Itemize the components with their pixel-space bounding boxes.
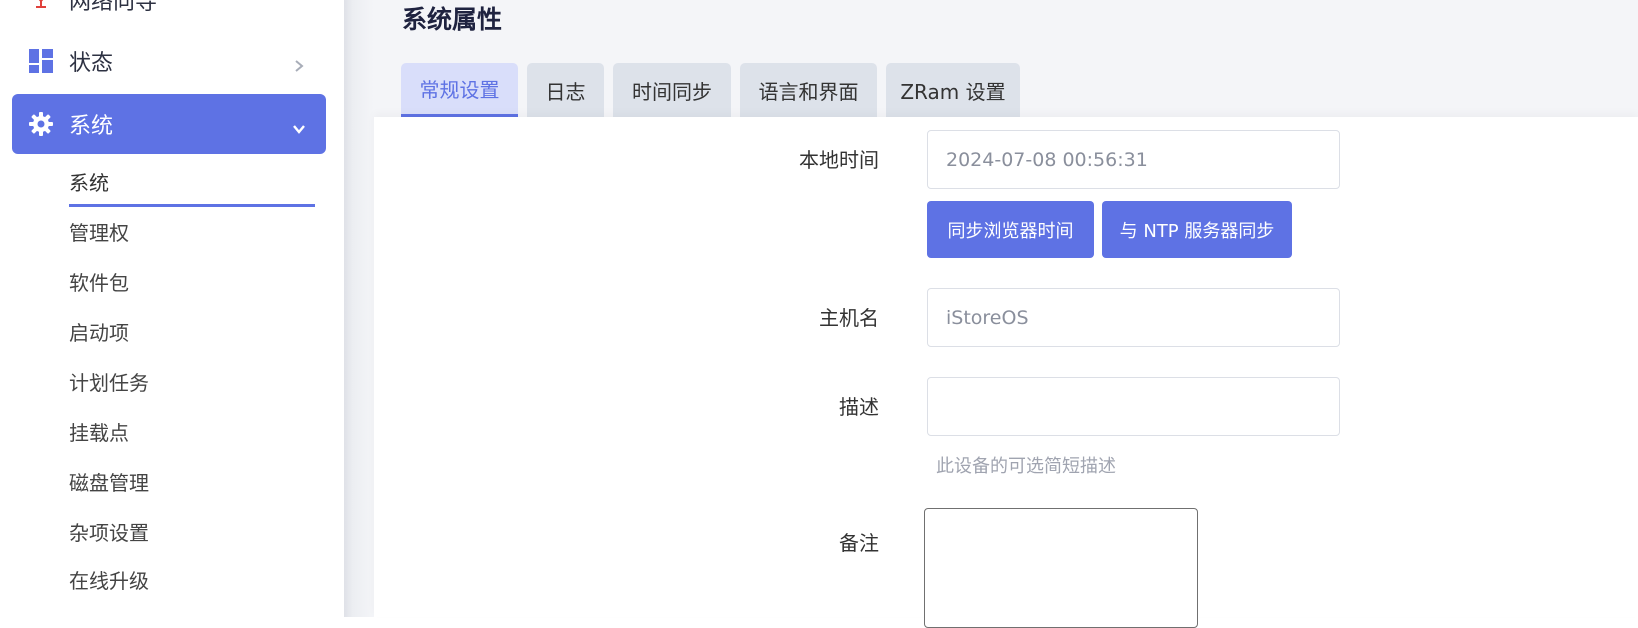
sidebar-item-label: 状态 (69, 51, 114, 76)
local-time-field[interactable] (927, 130, 1340, 189)
description-label: 描述 (839, 395, 879, 419)
sidebar-item-label: 系统 (69, 114, 114, 139)
tab-time-sync[interactable]: 时间同步 (613, 63, 731, 117)
tab-language-interface[interactable]: 语言和界面 (740, 63, 877, 117)
page-title: 系统属性 (402, 5, 503, 34)
description-field[interactable] (927, 377, 1340, 436)
tab-zram-settings[interactable]: ZRam 设置 (886, 63, 1020, 117)
sidebar-subitem-system[interactable]: 系统 (69, 170, 109, 196)
chevron-down-icon (292, 117, 306, 134)
active-subitem-indicator (69, 204, 315, 207)
sync-ntp-button[interactable]: 与 NTP 服务器同步 (1102, 201, 1292, 258)
tab-general-settings[interactable]: 常规设置 (401, 63, 518, 117)
local-time-label: 本地时间 (799, 148, 879, 172)
gear-icon (29, 112, 53, 136)
description-hint: 此设备的可选简短描述 (936, 456, 1116, 477)
notes-label: 备注 (839, 531, 879, 555)
sidebar-subitem-startup[interactable]: 启动项 (69, 320, 129, 346)
sidebar-subitem-packages[interactable]: 软件包 (69, 270, 129, 296)
sidebar-item-status[interactable]: 状态 (12, 31, 326, 91)
network-wizard-icon (29, 0, 53, 12)
chevron-right-icon (292, 54, 306, 72)
sidebar-subitem-admin[interactable]: 管理权 (69, 220, 129, 246)
sidebar-item-network-wizard[interactable]: 网络向导 (12, 0, 326, 30)
sidebar-item-label: 网络向导 (69, 0, 158, 15)
hostname-field[interactable] (927, 288, 1340, 347)
sidebar-subitem-mount-points[interactable]: 挂载点 (69, 420, 129, 446)
sync-browser-time-button[interactable]: 同步浏览器时间 (927, 201, 1094, 258)
sidebar-divider (344, 0, 374, 617)
notes-textarea[interactable] (924, 508, 1198, 628)
tab-logs[interactable]: 日志 (527, 63, 604, 117)
sidebar-subitem-misc-settings[interactable]: 杂项设置 (69, 520, 149, 546)
sidebar: 网络向导 状态 系统 系统 管理权 软件包 启动项 计划任务 挂载点 磁盘管理 … (0, 0, 344, 617)
hostname-label: 主机名 (819, 306, 879, 330)
dashboard-icon (29, 49, 53, 73)
sidebar-subitem-online-upgrade[interactable]: 在线升级 (69, 568, 149, 594)
sidebar-item-system[interactable]: 系统 (12, 94, 326, 154)
sidebar-subitem-scheduled-tasks[interactable]: 计划任务 (69, 370, 149, 396)
sidebar-subitem-disk-management[interactable]: 磁盘管理 (69, 470, 149, 496)
